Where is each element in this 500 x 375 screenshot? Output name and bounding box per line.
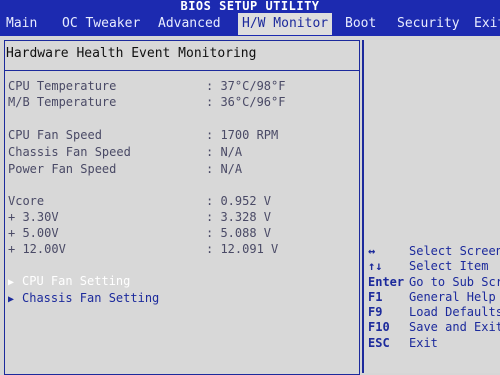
tab-security[interactable]: Security — [397, 13, 460, 35]
reading-row-mb-temperature: M/B Temperature : 36°C/96°F — [8, 95, 348, 111]
reading-label: Vcore — [8, 194, 45, 208]
tab-bar: Main OC Tweaker Advanced H/W Monitor Boo… — [0, 13, 500, 35]
help-row-save-exit: F10 Save and Exit — [368, 320, 500, 335]
section-title: Hardware Health Event Monitoring — [6, 46, 257, 61]
app-title: BIOS SETUP UTILITY — [180, 0, 320, 13]
help-key: F10 — [368, 320, 390, 334]
help-key: F1 — [368, 290, 383, 304]
help-desc: Save and Exit — [409, 320, 500, 334]
reading-value: : 36°C/96°F — [206, 95, 286, 109]
reading-row-cpu-fan-speed: CPU Fan Speed : 1700 RPM — [8, 128, 348, 144]
reading-value: : 1700 RPM — [206, 128, 279, 142]
reading-value: : 5.088 V — [206, 226, 272, 240]
reading-label: CPU Temperature — [8, 79, 117, 93]
reading-row-12v: + 12.00V : 12.091 V — [8, 242, 348, 258]
help-row-sub-screen: Enter Go to Sub Screen — [368, 275, 500, 290]
reading-label: + 5.00V — [8, 226, 59, 240]
help-desc: Select Screen — [409, 244, 500, 258]
tab-boot[interactable]: Boot — [345, 13, 376, 35]
help-row-load-defaults: F9 Load Defaults — [368, 305, 500, 320]
help-key: ESC — [368, 336, 390, 350]
chevron-right-icon: ▶ — [8, 277, 15, 288]
reading-value: : 37°C/98°F — [206, 79, 286, 93]
tab-advanced[interactable]: Advanced — [158, 13, 221, 35]
reading-label: + 3.30V — [8, 210, 59, 224]
reading-label: + 12.00V — [8, 242, 66, 256]
help-desc: General Help — [409, 290, 496, 304]
help-desc: Select Item — [409, 259, 489, 273]
left-right-arrow-icon: ↔ — [368, 244, 376, 258]
chevron-right-icon: ▶ — [8, 294, 15, 305]
help-key: F9 — [368, 305, 383, 319]
reading-label: CPU Fan Speed — [8, 128, 102, 142]
help-row-select-screen: ↔ Select Screen — [368, 244, 500, 259]
tab-oc-tweaker[interactable]: OC Tweaker — [62, 13, 140, 35]
reading-label: Power Fan Speed — [8, 162, 117, 176]
help-desc: Exit — [409, 336, 438, 350]
menu-item-label: CPU Fan Setting — [22, 274, 131, 288]
reading-row-cpu-temperature: CPU Temperature : 37°C/98°F — [8, 79, 348, 95]
tab-main[interactable]: Main — [6, 13, 37, 35]
reading-value: : N/A — [206, 145, 243, 159]
reading-label: Chassis Fan Speed — [8, 145, 131, 159]
reading-row-power-fan-speed: Power Fan Speed : N/A — [8, 162, 348, 178]
menu-item-cpu-fan-setting[interactable]: ▶ CPU Fan Setting — [8, 274, 130, 288]
tab-exit[interactable]: Exit — [474, 13, 500, 35]
reading-value: : N/A — [206, 162, 243, 176]
help-row-exit: ESC Exit — [368, 336, 498, 351]
reading-row-chassis-fan-speed: Chassis Fan Speed : N/A — [8, 145, 348, 161]
title-divider — [4, 70, 360, 71]
help-key: Enter — [368, 275, 405, 289]
tab-hw-monitor[interactable]: H/W Monitor — [238, 13, 333, 35]
menu-item-chassis-fan-setting[interactable]: ▶ Chassis Fan Setting — [8, 291, 159, 305]
reading-value: : 3.328 V — [206, 210, 272, 224]
reading-value: : 12.091 V — [206, 242, 279, 256]
title-bar: BIOS SETUP UTILITY Main OC Tweaker Advan… — [0, 0, 500, 36]
help-desc: Load Defaults — [409, 305, 500, 319]
reading-row-vcore: Vcore : 0.952 V — [8, 194, 348, 210]
reading-label: M/B Temperature — [8, 95, 117, 109]
up-down-arrow-icon: ↑↓ — [368, 259, 383, 273]
reading-row-3v3: + 3.30V : 3.328 V — [8, 210, 348, 226]
menu-item-label: Chassis Fan Setting — [22, 291, 160, 305]
help-row-general-help: F1 General Help — [368, 290, 498, 305]
reading-row-5v: + 5.00V : 5.088 V — [8, 226, 348, 242]
help-desc: Go to Sub Screen — [409, 275, 500, 289]
reading-value: : 0.952 V — [206, 194, 272, 208]
help-row-select-item: ↑↓ Select Item — [368, 259, 498, 274]
